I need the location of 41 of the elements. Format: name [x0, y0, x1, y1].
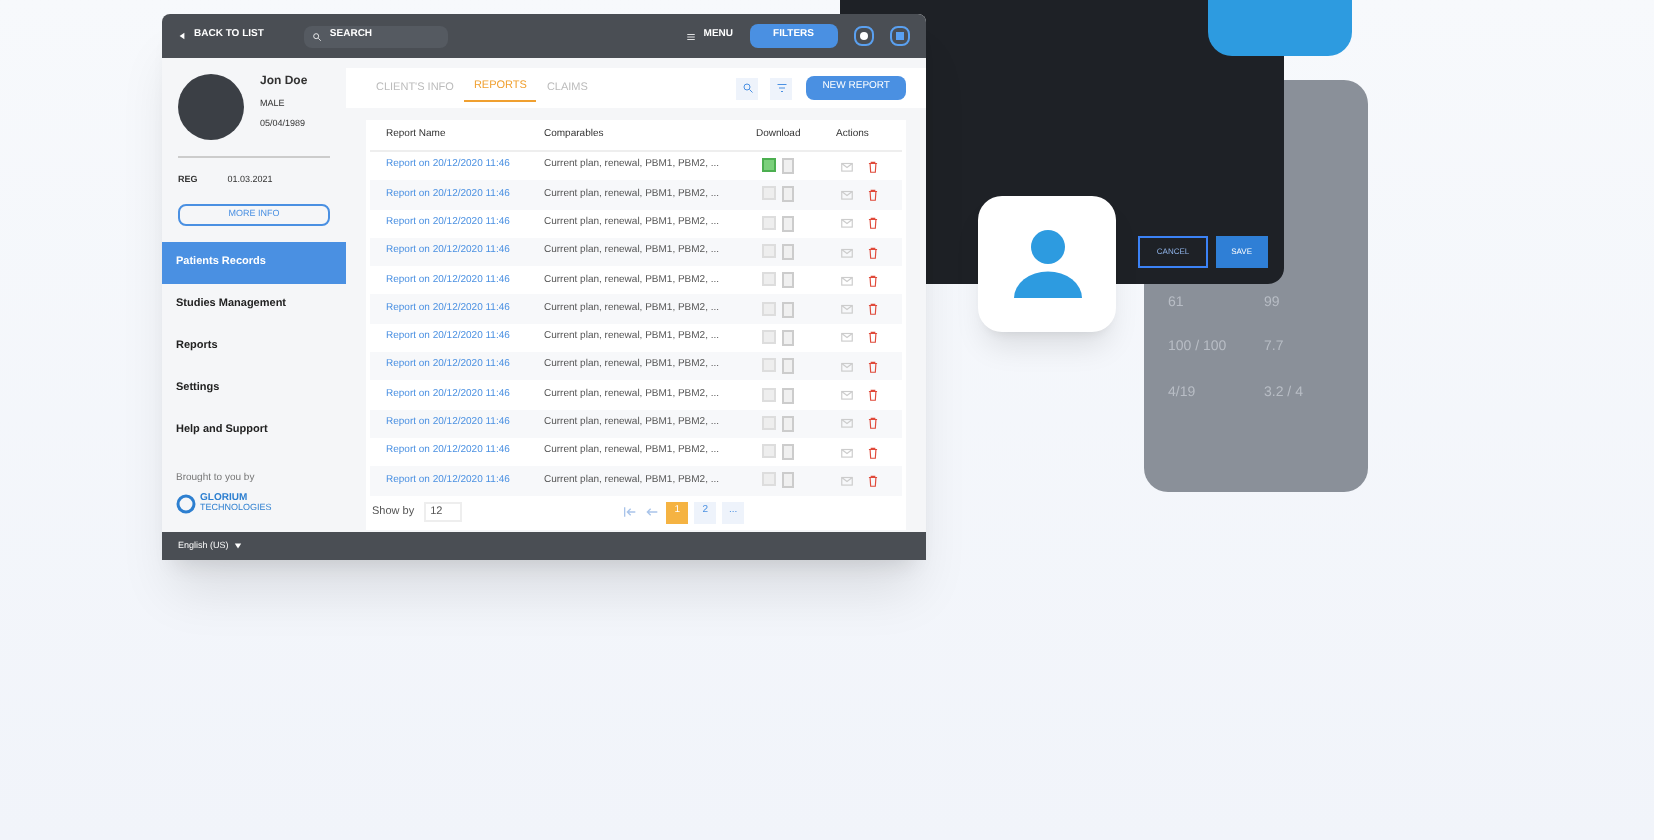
search-icon	[311, 31, 322, 41]
mail-icon	[840, 359, 854, 374]
trash-icon	[866, 330, 880, 345]
trash-icon	[866, 245, 880, 260]
trash-icon	[866, 187, 880, 202]
previous-page-icon	[644, 504, 661, 521]
trash-icon	[866, 159, 880, 174]
trash-icon	[866, 216, 880, 231]
excel-download-icon[interactable]	[762, 158, 776, 173]
search-button[interactable]	[736, 77, 759, 99]
mail-icon	[840, 187, 854, 202]
trash-icon	[866, 473, 880, 488]
menu-icon	[685, 31, 696, 41]
trash-icon	[866, 359, 880, 374]
search-icon	[741, 82, 754, 94]
mail-icon	[840, 473, 854, 488]
trash-icon	[866, 445, 880, 460]
trash-icon	[866, 416, 880, 431]
table-view-button[interactable]	[890, 26, 910, 46]
mail-icon	[840, 388, 854, 403]
chart-view-button[interactable]	[854, 26, 874, 46]
caret-icon	[234, 542, 243, 550]
mail-icon	[840, 330, 854, 345]
mail-icon	[840, 245, 854, 260]
mail-icon	[840, 216, 854, 231]
first-page-icon	[622, 504, 639, 521]
mail-icon	[840, 159, 854, 174]
mail-icon	[840, 273, 854, 288]
mail-icon	[840, 416, 854, 431]
filter-icon	[775, 82, 788, 94]
square-icon	[896, 32, 904, 40]
mail-icon	[840, 302, 854, 317]
logo-mark-icon	[176, 494, 196, 514]
trash-icon	[866, 388, 880, 403]
mail-icon	[840, 445, 854, 460]
back-arrow-icon	[178, 32, 186, 40]
user-icon	[1013, 230, 1081, 298]
trash-icon	[866, 273, 880, 288]
avatar-placeholder	[178, 74, 244, 140]
filter-button[interactable]	[770, 77, 793, 99]
trash-icon	[866, 302, 880, 317]
